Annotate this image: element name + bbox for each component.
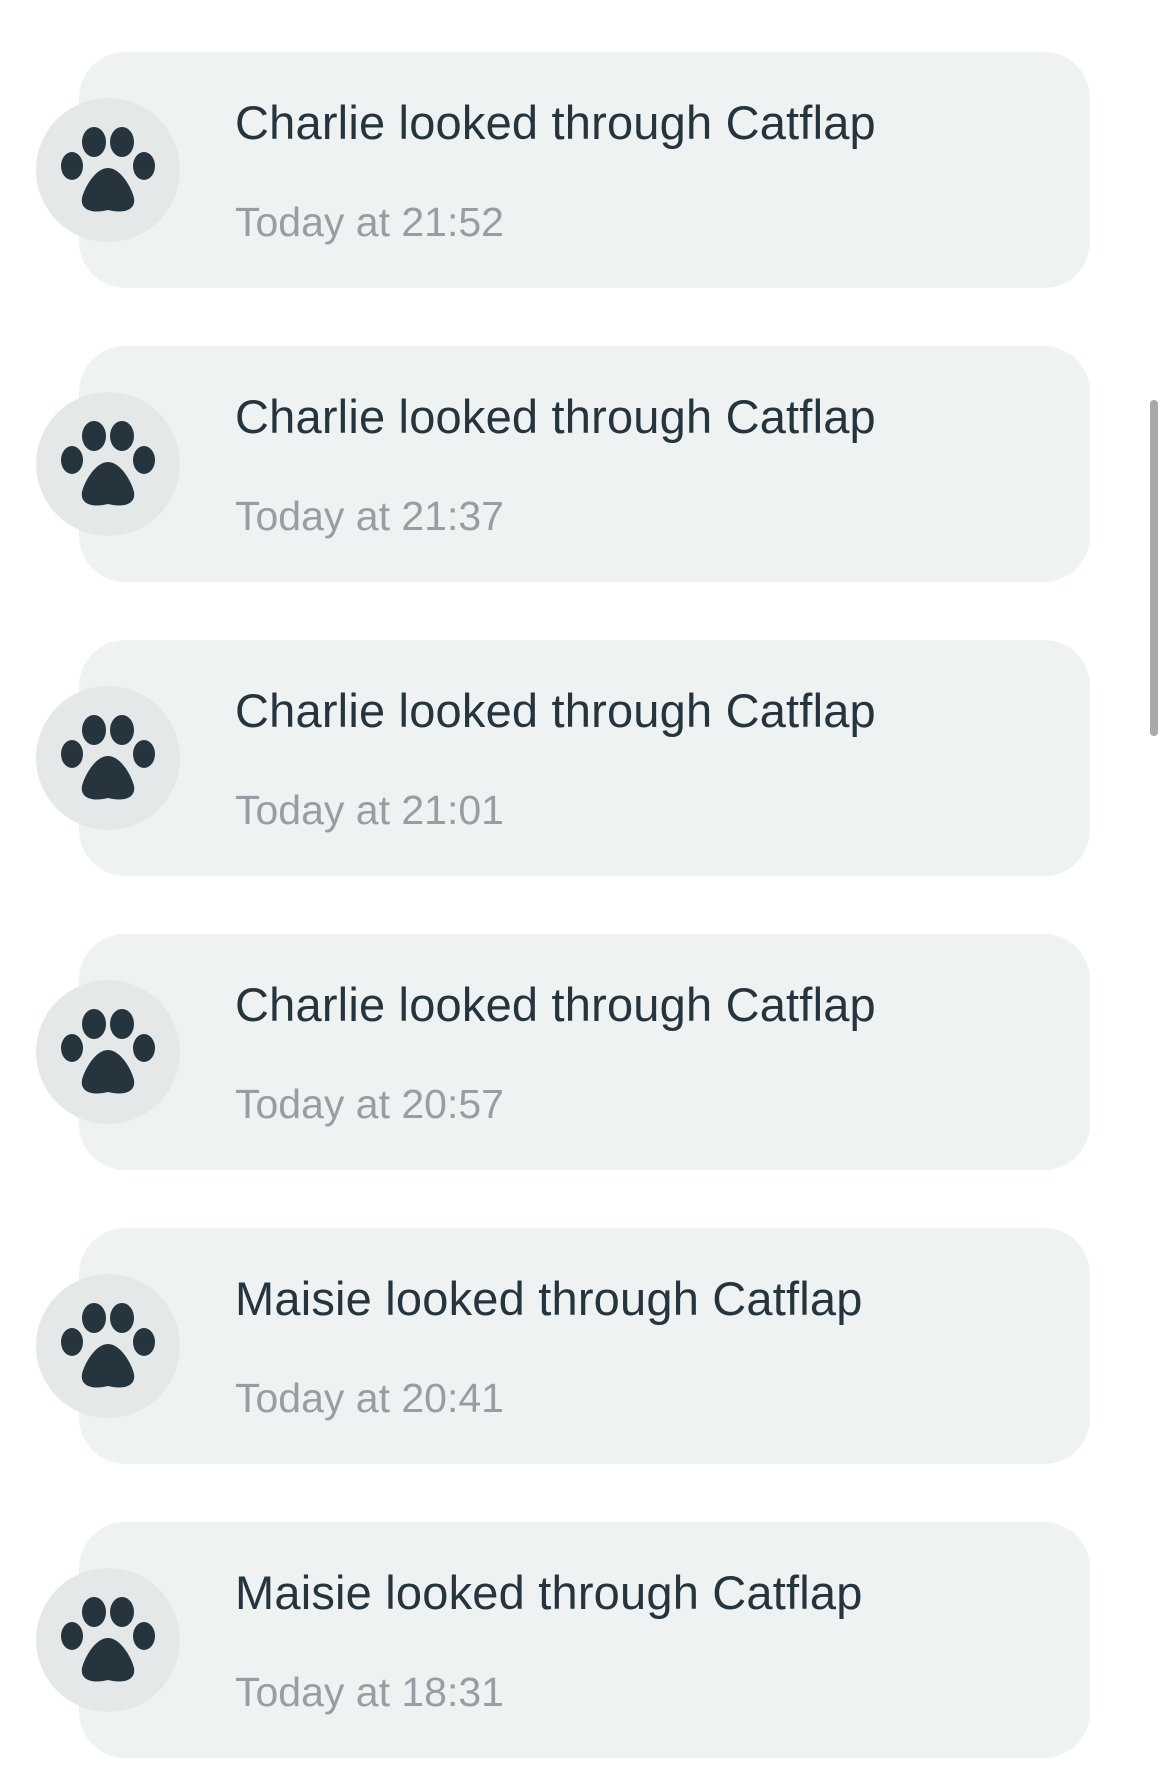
event-card <box>79 1228 1090 1464</box>
event-title: Maisie looked through Catflap <box>235 1566 863 1619</box>
event-title: Charlie looked through Catflap <box>235 684 876 737</box>
event-title: Charlie looked through Catflap <box>235 978 876 1031</box>
event-avatar <box>36 980 180 1124</box>
event-time: Today at 21:52 <box>235 199 504 245</box>
event-card <box>79 346 1090 582</box>
paw-icon <box>61 715 155 800</box>
event-title: Maisie looked through Catflap <box>235 1272 863 1325</box>
event-card <box>79 934 1090 1170</box>
event-avatar <box>36 686 180 830</box>
event-card <box>79 1522 1090 1758</box>
event-card <box>79 52 1090 288</box>
event-time: Today at 18:31 <box>235 1669 504 1715</box>
event-title: Charlie looked through Catflap <box>235 96 876 149</box>
event-avatar <box>36 1274 180 1418</box>
paw-icon <box>61 1597 155 1682</box>
event-time: Today at 20:41 <box>235 1375 504 1421</box>
event-item[interactable]: Charlie looked through Catflap Today at … <box>0 52 1100 288</box>
event-item[interactable]: Charlie looked through Catflap Today at … <box>0 640 1100 876</box>
event-avatar <box>36 98 180 242</box>
event-time: Today at 21:01 <box>235 787 504 833</box>
scrollbar[interactable] <box>1150 400 1158 736</box>
event-item[interactable]: Maisie looked through Catflap Today at 2… <box>0 1228 1100 1464</box>
event-item[interactable]: Charlie looked through Catflap Today at … <box>0 346 1100 582</box>
paw-icon <box>61 127 155 212</box>
event-item[interactable]: Maisie looked through Catflap Today at 1… <box>0 1522 1100 1758</box>
event-time: Today at 20:57 <box>235 1081 504 1127</box>
event-time: Today at 21:37 <box>235 493 504 539</box>
activity-feed-screen: Charlie looked through Catflap Today at … <box>0 0 1170 1792</box>
event-avatar <box>36 1568 180 1712</box>
event-item[interactable]: Charlie looked through Catflap Today at … <box>0 934 1100 1170</box>
event-title: Charlie looked through Catflap <box>235 390 876 443</box>
paw-icon <box>61 421 155 506</box>
event-avatar <box>36 392 180 536</box>
paw-icon <box>61 1009 155 1094</box>
event-card <box>79 640 1090 876</box>
paw-icon <box>61 1303 155 1388</box>
